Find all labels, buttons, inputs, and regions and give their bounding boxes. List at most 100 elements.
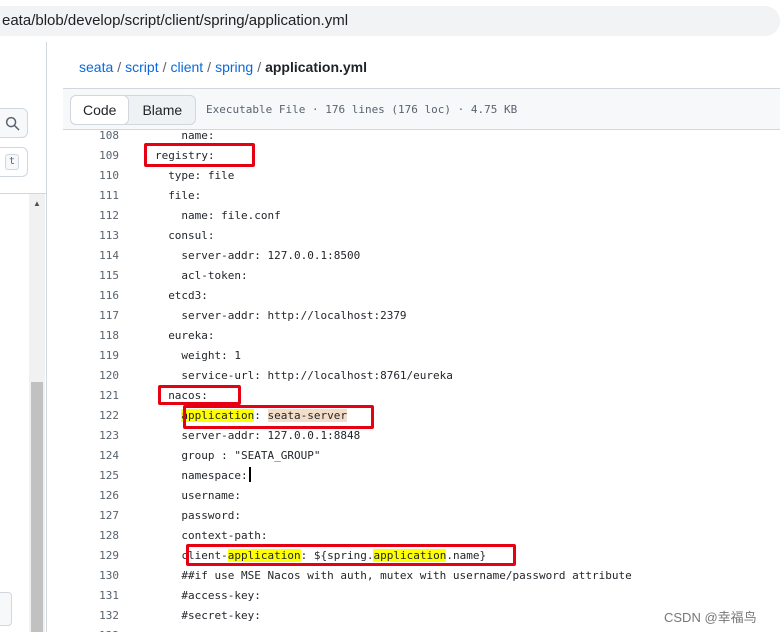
text-caret (248, 467, 251, 482)
code-line: 128 context-path: (63, 526, 780, 546)
code-token: username: (181, 489, 241, 502)
code-text: group : "SEATA_GROUP" (181, 446, 320, 466)
line-number[interactable]: 118 (63, 326, 119, 346)
line-number[interactable]: 132 (63, 606, 119, 626)
code-text: consul: (168, 226, 214, 246)
code-line: 112 name: file.conf (63, 206, 780, 226)
breadcrumb-separator: / (117, 59, 122, 75)
line-number[interactable]: 109 (63, 146, 119, 166)
code-token: namespace: (181, 469, 248, 482)
code-token: group : "SEATA_GROUP" (181, 449, 321, 462)
code-text: username: (181, 486, 241, 506)
scrollbar-thumb[interactable] (31, 382, 43, 632)
code-line: 124 group : "SEATA_GROUP" (63, 446, 780, 466)
code-token: ##if use MSE Nacos with auth, mutex with… (181, 569, 632, 582)
url-text[interactable]: eata/blob/develop/script/client/spring/a… (2, 12, 348, 29)
code-text: server-addr: 127.0.0.1:8500 (181, 246, 360, 266)
code-line: 116 etcd3: (63, 286, 780, 306)
code-token: type: file (168, 169, 235, 182)
tree-item[interactable] (0, 592, 12, 626)
code-line: 119 weight: 1 (63, 346, 780, 366)
code-line: 110 type: file (63, 166, 780, 186)
code-line: 126 username: (63, 486, 780, 506)
code-line: 125 namespace: (63, 466, 780, 486)
line-number[interactable]: 126 (63, 486, 119, 506)
breadcrumb-link-script[interactable]: script (125, 59, 158, 75)
code-text: server-addr: http://localhost:2379 (181, 306, 406, 326)
search-button[interactable] (0, 108, 28, 138)
code-line: 133 (63, 626, 780, 632)
code-text: eureka: (168, 326, 214, 346)
annotation-box-client-application (186, 544, 516, 566)
annotation-box-registry (144, 143, 255, 167)
line-number[interactable]: 108 (63, 126, 119, 146)
code-line: 127 password: (63, 506, 780, 526)
watermark: CSDN @幸福鸟 (664, 610, 757, 625)
code-line: 130 ##if use MSE Nacos with auth, mutex w… (63, 566, 780, 586)
breadcrumb-link-spring[interactable]: spring (215, 59, 253, 75)
annotation-box-nacos (158, 385, 241, 405)
code-text: ##if use MSE Nacos with auth, mutex with… (181, 566, 631, 586)
breadcrumb-separator: / (207, 59, 212, 75)
code-text: password: (181, 506, 241, 526)
code-text: server-addr: 127.0.0.1:8848 (181, 426, 360, 446)
file-info: Executable File · 176 lines (176 loc) · … (206, 103, 518, 116)
code-token: name: file.conf (181, 209, 281, 222)
line-number[interactable]: 133 (63, 626, 119, 632)
code-text: type: file (168, 166, 234, 186)
blame-tab[interactable]: Blame (129, 96, 195, 124)
breadcrumb-link-client[interactable]: client (170, 59, 203, 75)
code-text: weight: 1 (181, 346, 241, 366)
line-number[interactable]: 115 (63, 266, 119, 286)
line-number[interactable]: 117 (63, 306, 119, 326)
go-to-file-button[interactable]: t (0, 147, 28, 177)
line-number[interactable]: 127 (63, 506, 119, 526)
triangle-up-icon[interactable]: ▲ (29, 198, 45, 210)
code-token: weight: 1 (181, 349, 241, 362)
line-number[interactable]: 129 (63, 546, 119, 566)
scrollbar[interactable]: ▲ (29, 194, 45, 632)
shortcut-key: t (4, 154, 19, 170)
code-text: #secret-key: (181, 606, 260, 626)
code-line: 113 consul: (63, 226, 780, 246)
breadcrumb-separator: / (162, 59, 167, 75)
line-number[interactable]: 120 (63, 366, 119, 386)
line-number[interactable]: 119 (63, 346, 119, 366)
line-number[interactable]: 123 (63, 426, 119, 446)
line-number[interactable]: 112 (63, 206, 119, 226)
line-number[interactable]: 111 (63, 186, 119, 206)
line-number[interactable]: 124 (63, 446, 119, 466)
breadcrumb-link-seata[interactable]: seata (79, 59, 113, 75)
code-token: service-url: http://localhost:8761/eurek… (181, 369, 453, 382)
line-number[interactable]: 122 (63, 406, 119, 426)
code-text: name: file.conf (181, 206, 280, 226)
code-line: 114 server-addr: 127.0.0.1:8500 (63, 246, 780, 266)
code-token: #access-key: (181, 589, 261, 602)
line-number[interactable]: 130 (63, 566, 119, 586)
line-number[interactable]: 113 (63, 226, 119, 246)
code-tab[interactable]: Code (70, 95, 130, 125)
code-line: 123 server-addr: 127.0.0.1:8848 (63, 426, 780, 446)
line-number[interactable]: 128 (63, 526, 119, 546)
code-line: 120 service-url: http://localhost:8761/eu… (63, 366, 780, 386)
code-line: 117 server-addr: http://localhost:2379 (63, 306, 780, 326)
line-number[interactable]: 110 (63, 166, 119, 186)
code-token: name: (181, 129, 215, 142)
search-icon (5, 116, 20, 130)
annotation-box-application (183, 405, 374, 429)
code-line: 118 eureka: (63, 326, 780, 346)
code-token: consul: (168, 229, 215, 242)
breadcrumb: seata / script / client / spring / application.y… (79, 59, 367, 75)
line-number[interactable]: 121 (63, 386, 119, 406)
code-text: acl-token: (181, 266, 247, 286)
code-text: context-path: (181, 526, 267, 546)
line-number[interactable]: 131 (63, 586, 119, 606)
code-text: namespace: (181, 466, 251, 486)
line-number[interactable]: 125 (63, 466, 119, 486)
line-number[interactable]: 114 (63, 246, 119, 266)
code-token: #secret-key: (181, 609, 261, 622)
code-line: 122 application: seata-server (63, 406, 780, 426)
code-token: context-path: (181, 529, 268, 542)
line-number[interactable]: 116 (63, 286, 119, 306)
code-token: server-addr: http://localhost:2379 (181, 309, 407, 322)
